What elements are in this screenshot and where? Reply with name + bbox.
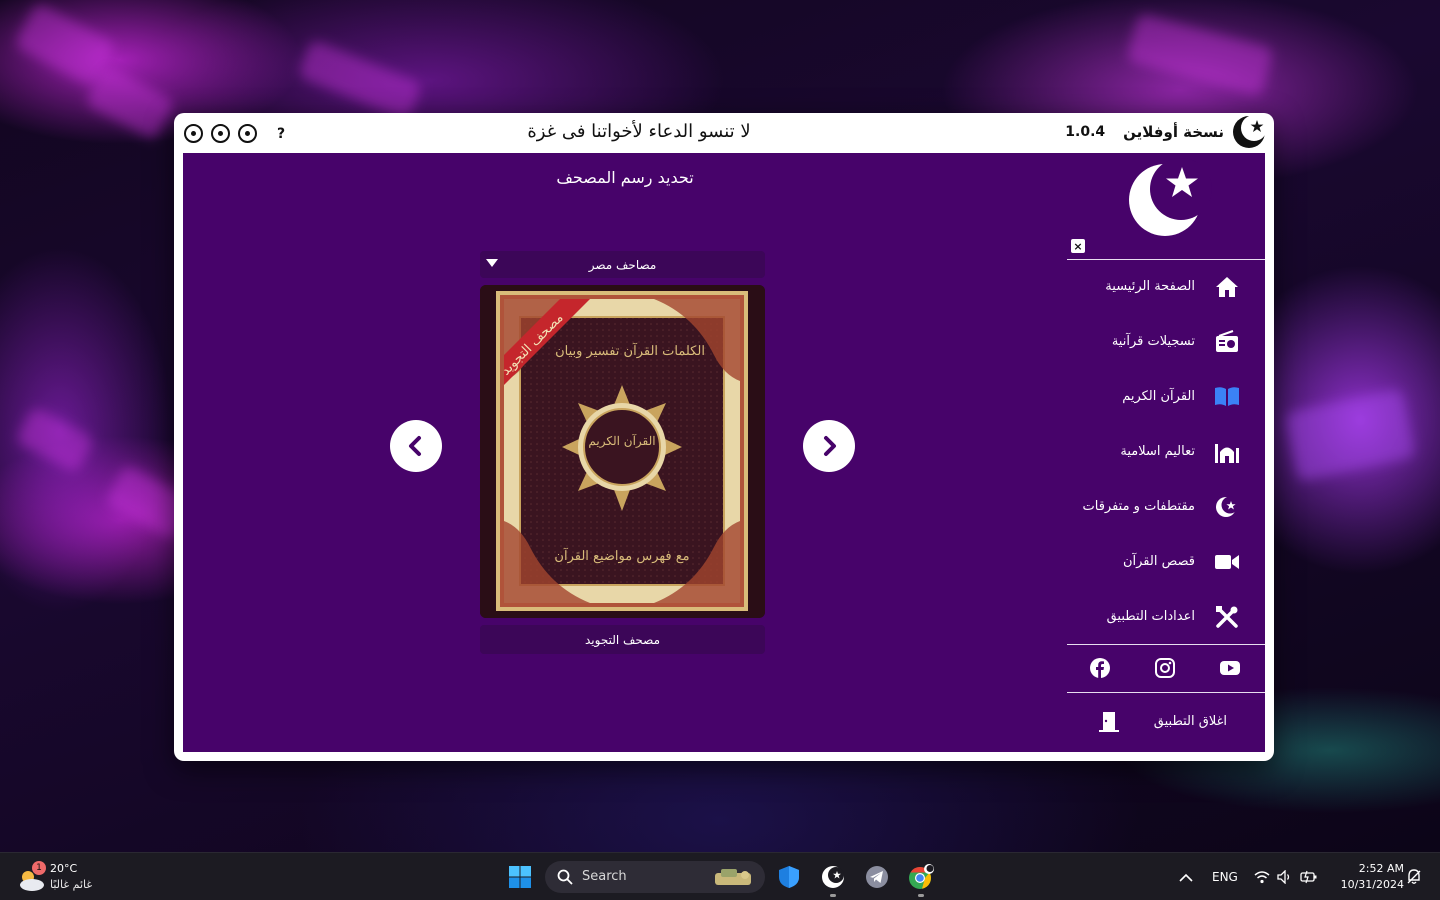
- taskbar-chrome[interactable]: [905, 861, 937, 897]
- sidebar-divider: [1067, 692, 1265, 693]
- exit-app-button[interactable]: اغلاق التطبيق: [1067, 696, 1265, 748]
- shield-icon: [779, 866, 799, 888]
- social-links: [1067, 645, 1265, 693]
- mushaf-name-label: مصحف التجويد: [480, 625, 765, 654]
- quran-cover-art: مصحف التجويد الكلمات القرآن تفسير وبيان …: [480, 285, 765, 618]
- crescent-star-icon: [1129, 158, 1212, 236]
- sidebar: × الصفحة الرئيسية تسجيلات قرآنية القرآن …: [1067, 153, 1265, 752]
- wallpaper-glow: [14, 405, 96, 475]
- video-camera-icon: [1213, 548, 1241, 576]
- taskbar-search[interactable]: Search: [545, 861, 765, 893]
- wifi-icon[interactable]: [1254, 870, 1270, 884]
- mushaf-category-dropdown[interactable]: مصاحف مصر: [480, 251, 765, 278]
- weather-widget[interactable]: 1 20°C غائم غالبًا: [16, 859, 126, 895]
- notification-badge: 1: [32, 861, 46, 875]
- clock-date: 10/31/2024: [1340, 878, 1404, 891]
- radio-icon: [1213, 328, 1241, 356]
- sidebar-item-teachings[interactable]: تعاليم اسلامية: [1067, 424, 1265, 479]
- minimize-window-button[interactable]: [238, 124, 257, 143]
- crescent-star-app-icon: [822, 866, 844, 888]
- instagram-icon[interactable]: [1154, 657, 1176, 679]
- volume-icon[interactable]: [1277, 870, 1293, 884]
- windows-logo-icon: [509, 866, 531, 888]
- telegram-icon: [866, 866, 888, 888]
- sidebar-logo: ×: [1067, 153, 1265, 259]
- chevron-left-icon: [409, 436, 421, 456]
- maximize-window-button[interactable]: [211, 124, 230, 143]
- dua-banner: لا تنسو الدعاء لأخواتنا فى غزة: [527, 121, 751, 142]
- sidebar-item-label: قصص القرآن: [1122, 554, 1195, 569]
- mosque-icon: [1213, 438, 1241, 466]
- wallpaper-glow: [1284, 388, 1416, 482]
- taskbar-telegram[interactable]: [861, 861, 893, 893]
- help-button[interactable]: ?: [277, 126, 285, 142]
- wallpaper-glow: [84, 63, 176, 142]
- previous-arrow-button[interactable]: [390, 420, 442, 472]
- sidebar-item-quran[interactable]: القرآن الكريم: [1067, 369, 1265, 424]
- page-title: تحديد رسم المصحف: [556, 168, 694, 187]
- sidebar-item-stories[interactable]: قصص القرآن: [1067, 534, 1265, 589]
- active-indicator: [830, 894, 836, 897]
- caret-down-icon: [486, 259, 498, 267]
- chevron-up-icon[interactable]: [1179, 873, 1193, 883]
- brand: نسخة أوفلاين 1.0.4: [1065, 115, 1266, 149]
- chevron-right-icon: [824, 436, 836, 456]
- app-window: ? لا تنسو الدعاء لأخواتنا فى غزة نسخة أو…: [174, 113, 1274, 761]
- sidebar-item-label: مقتطفات و متفرقات: [1082, 499, 1196, 514]
- sidebar-item-label: اعدادات التطبيق: [1106, 609, 1195, 624]
- sidebar-close-button[interactable]: ×: [1071, 239, 1085, 253]
- sidebar-item-settings[interactable]: اعدادات التطبيق: [1067, 589, 1265, 644]
- cover-top-text: الكلمات القرآن تفسير وبيان: [555, 342, 705, 359]
- sidebar-item-label: تسجيلات قرآنية: [1111, 334, 1195, 349]
- sidebar-item-excerpts[interactable]: مقتطفات و متفرقات: [1067, 479, 1265, 534]
- battery-icon[interactable]: [1300, 870, 1318, 884]
- taskbar-quran-app[interactable]: [817, 861, 849, 897]
- door-exit-icon: [1099, 712, 1119, 732]
- home-icon: [1213, 273, 1241, 301]
- youtube-icon[interactable]: [1219, 657, 1241, 679]
- taskbar-defender[interactable]: [773, 861, 805, 893]
- search-icon: [557, 869, 573, 885]
- chrome-icon: [909, 864, 934, 889]
- wallpaper-glow: [296, 38, 424, 122]
- main-panel: تحديد رسم المصحف مصاحف مصر مصحف التجويد …: [183, 153, 1067, 752]
- sidebar-item-label: تعاليم اسلامية: [1120, 444, 1195, 459]
- taskbar: 1 20°C غائم غالبًا Search ENG 2:52 AM 10…: [0, 852, 1440, 900]
- sidebar-item-home[interactable]: الصفحة الرئيسية: [1067, 259, 1265, 314]
- crescent-star-logo-icon: [1233, 115, 1266, 148]
- exit-label: اغلاق التطبيق: [1153, 714, 1227, 729]
- window-controls: ?: [184, 124, 285, 143]
- sidebar-item-label: الصفحة الرئيسية: [1105, 279, 1195, 294]
- book-open-icon: [1213, 383, 1241, 411]
- dropdown-selected-value: مصاحف مصر: [588, 257, 657, 272]
- tools-icon: [1213, 603, 1241, 631]
- facebook-icon[interactable]: [1089, 657, 1111, 679]
- app-version: 1.0.4: [1065, 124, 1106, 140]
- weather-temperature: 20°C: [50, 862, 78, 875]
- search-placeholder: Search: [582, 869, 627, 884]
- title-bar: ? لا تنسو الدعاء لأخواتنا فى غزة نسخة أو…: [174, 113, 1274, 153]
- active-indicator: [918, 894, 924, 897]
- start-button[interactable]: [504, 861, 536, 893]
- notifications-icon[interactable]: [1406, 869, 1422, 885]
- cover-center-text: القرآن الكريم: [588, 433, 655, 448]
- crescent-star-icon: [1213, 493, 1241, 521]
- close-window-button[interactable]: [184, 124, 203, 143]
- wallpaper-glow: [1125, 12, 1275, 98]
- weather-condition: غائم غالبًا: [50, 878, 93, 891]
- cover-bottom-text: مع فهرس مواضيع القرآن: [554, 547, 689, 564]
- search-highlight-icon: [715, 869, 751, 885]
- sidebar-item-label: القرآن الكريم: [1122, 389, 1195, 404]
- clock-time: 2:52 AM: [1358, 862, 1404, 875]
- system-clock[interactable]: 2:52 AM 10/31/2024: [1328, 861, 1404, 893]
- mushaf-cover-image[interactable]: مصحف التجويد الكلمات القرآن تفسير وبيان …: [480, 285, 765, 618]
- language-indicator[interactable]: ENG: [1212, 870, 1238, 884]
- next-arrow-button[interactable]: [803, 420, 855, 472]
- sidebar-item-recordings[interactable]: تسجيلات قرآنية: [1067, 314, 1265, 369]
- brand-name: نسخة أوفلاين: [1123, 123, 1224, 141]
